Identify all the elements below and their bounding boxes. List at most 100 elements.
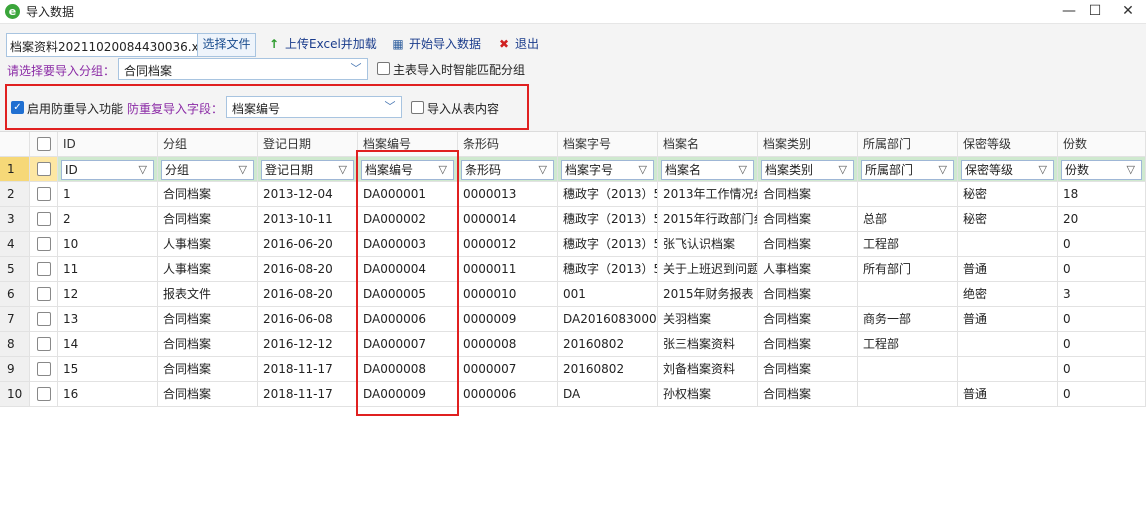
table-row[interactable]: 7 13 合同档案 2016-06-08 DA000006 0000009 DA201608… <box>0 307 1146 332</box>
cell-category[interactable]: 合同档案 <box>758 232 858 256</box>
cell-security[interactable] <box>958 232 1058 256</box>
cell-category[interactable]: 合同档案 <box>758 182 858 206</box>
cell-department[interactable]: 工程部 <box>858 232 958 256</box>
cell-id[interactable]: 1 <box>58 182 158 206</box>
cell-copies[interactable]: 0 <box>1058 232 1146 256</box>
filter-input-id[interactable]: ID ▽ <box>61 160 154 180</box>
cell-barcode[interactable]: 0000006 <box>458 382 558 406</box>
funnel-icon[interactable]: ▽ <box>1127 161 1135 179</box>
exit-button[interactable]: ✖ 退出 <box>496 35 539 53</box>
cell-group[interactable]: 合同档案 <box>158 307 258 331</box>
row-check-cell[interactable] <box>30 282 58 306</box>
start-import-button[interactable]: ▦ 开始导入数据 <box>390 35 481 53</box>
cell-copies[interactable]: 3 <box>1058 282 1146 306</box>
row-checkbox[interactable] <box>37 237 51 251</box>
filter-cell[interactable]: 份数 ▽ <box>1058 157 1146 181</box>
import-detail-checkbox[interactable] <box>411 101 424 114</box>
cell-barcode[interactable]: 0000014 <box>458 207 558 231</box>
col-header-archive-name[interactable]: 档案名 <box>658 132 758 156</box>
cell-security[interactable] <box>958 357 1058 381</box>
row-checkbox[interactable] <box>37 262 51 276</box>
filter-input-copies[interactable]: 份数 ▽ <box>1061 160 1142 180</box>
cell-copies[interactable]: 0 <box>1058 382 1146 406</box>
cell-group[interactable]: 报表文件 <box>158 282 258 306</box>
cell-date[interactable]: 2016-08-20 <box>258 282 358 306</box>
cell-doc-no[interactable]: 穗政字（2013）5 <box>558 232 658 256</box>
cell-date[interactable]: 2016-06-08 <box>258 307 358 331</box>
cell-copies[interactable]: 0 <box>1058 307 1146 331</box>
cell-date[interactable]: 2013-10-11 <box>258 207 358 231</box>
cell-barcode[interactable]: 0000009 <box>458 307 558 331</box>
row-check-cell[interactable] <box>30 307 58 331</box>
cell-security[interactable]: 秘密 <box>958 207 1058 231</box>
filter-cell[interactable]: 登记日期 ▽ <box>258 157 358 181</box>
cell-barcode[interactable]: 0000012 <box>458 232 558 256</box>
filter-input-group[interactable]: 分组 ▽ <box>161 160 254 180</box>
funnel-icon[interactable]: ▽ <box>239 161 247 179</box>
cell-date[interactable]: 2018-11-17 <box>258 382 358 406</box>
cell-doc-no[interactable]: DA <box>558 382 658 406</box>
cell-security[interactable]: 秘密 <box>958 182 1058 206</box>
cell-copies[interactable]: 0 <box>1058 332 1146 356</box>
filter-row-check-cell[interactable] <box>30 157 58 181</box>
funnel-icon[interactable]: ▽ <box>839 161 847 179</box>
cell-archive-name[interactable]: 孙权档案 <box>658 382 758 406</box>
cell-archive-name[interactable]: 关羽档案 <box>658 307 758 331</box>
cell-date[interactable]: 2018-11-17 <box>258 357 358 381</box>
upload-excel-button[interactable]: ↑ 上传Excel并加载 <box>266 35 377 53</box>
row-check-cell[interactable] <box>30 257 58 281</box>
row-checkbox[interactable] <box>37 387 51 401</box>
cell-id[interactable]: 15 <box>58 357 158 381</box>
cell-id[interactable]: 16 <box>58 382 158 406</box>
cell-department[interactable] <box>858 357 958 381</box>
cell-department[interactable]: 商务一部 <box>858 307 958 331</box>
col-header-department[interactable]: 所属部门 <box>858 132 958 156</box>
filter-cell[interactable]: 条形码 ▽ <box>458 157 558 181</box>
filter-input-department[interactable]: 所属部门 ▽ <box>861 160 954 180</box>
cell-doc-no[interactable]: DA2016083000 <box>558 307 658 331</box>
filter-input-barcode[interactable]: 条形码 ▽ <box>461 160 554 180</box>
funnel-icon[interactable]: ▽ <box>939 161 947 179</box>
cell-id[interactable]: 2 <box>58 207 158 231</box>
cell-category[interactable]: 合同档案 <box>758 282 858 306</box>
filter-cell[interactable]: 档案名 ▽ <box>658 157 758 181</box>
cell-department[interactable]: 总部 <box>858 207 958 231</box>
funnel-icon[interactable]: ▽ <box>339 161 347 179</box>
cell-doc-no[interactable]: 穗政字（2013）5 <box>558 182 658 206</box>
row-checkbox[interactable] <box>37 212 51 226</box>
funnel-icon[interactable]: ▽ <box>1039 161 1047 179</box>
maximize-button[interactable]: ☐ <box>1080 0 1110 22</box>
cell-archive-name[interactable]: 张三档案资料 <box>658 332 758 356</box>
cell-security[interactable]: 普通 <box>958 257 1058 281</box>
col-header-date[interactable]: 登记日期 <box>258 132 358 156</box>
group-select[interactable]: 合同档案 ﹀ <box>118 58 368 80</box>
col-header-category[interactable]: 档案类别 <box>758 132 858 156</box>
filter-input-security[interactable]: 保密等级 ▽ <box>961 160 1054 180</box>
filter-cell[interactable]: 所属部门 ▽ <box>858 157 958 181</box>
cell-department[interactable]: 所有部门 <box>858 257 958 281</box>
filter-input-category[interactable]: 档案类别 ▽ <box>761 160 854 180</box>
cell-id[interactable]: 14 <box>58 332 158 356</box>
table-row[interactable]: 3 2 合同档案 2013-10-11 DA000002 0000014 穗政字（2013）… <box>0 207 1146 232</box>
cell-security[interactable] <box>958 332 1058 356</box>
cell-category[interactable]: 人事档案 <box>758 257 858 281</box>
funnel-icon[interactable]: ▽ <box>739 161 747 179</box>
row-checkbox[interactable] <box>37 287 51 301</box>
cell-barcode[interactable]: 0000008 <box>458 332 558 356</box>
cell-date[interactable]: 2016-12-12 <box>258 332 358 356</box>
cell-barcode[interactable]: 0000007 <box>458 357 558 381</box>
col-header-group[interactable]: 分组 <box>158 132 258 156</box>
cell-department[interactable] <box>858 282 958 306</box>
row-check-cell[interactable] <box>30 357 58 381</box>
cell-copies[interactable]: 20 <box>1058 207 1146 231</box>
filter-cell[interactable]: 分组 ▽ <box>158 157 258 181</box>
cell-category[interactable]: 合同档案 <box>758 207 858 231</box>
cell-id[interactable]: 11 <box>58 257 158 281</box>
cell-department[interactable] <box>858 382 958 406</box>
cell-id[interactable]: 12 <box>58 282 158 306</box>
cell-category[interactable]: 合同档案 <box>758 307 858 331</box>
col-header-copies[interactable]: 份数 <box>1058 132 1146 156</box>
cell-security[interactable]: 普通 <box>958 307 1058 331</box>
cell-archive-name[interactable]: 刘备档案资料 <box>658 357 758 381</box>
cell-department[interactable] <box>858 182 958 206</box>
